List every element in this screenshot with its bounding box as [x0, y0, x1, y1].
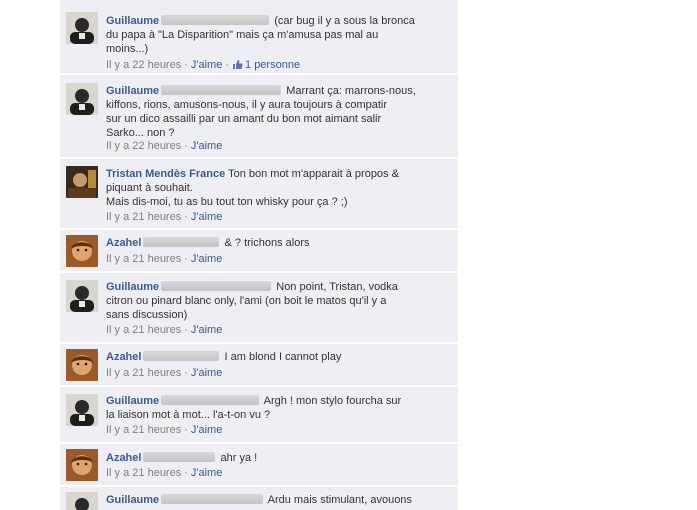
like-link[interactable]: J'aime [191, 59, 222, 71]
avatar[interactable] [66, 12, 98, 44]
likes-count-link[interactable]: 1 personne [245, 59, 300, 71]
avatar[interactable] [66, 449, 98, 481]
separator: · [184, 59, 188, 71]
comment-author[interactable]: Azahel [106, 452, 141, 464]
avatar[interactable] [66, 166, 98, 198]
avatar[interactable] [66, 235, 98, 267]
comment-time: Il y a 21 heures [106, 211, 182, 223]
comment: Guillaume Ardu mais stimulant, avouons [60, 487, 458, 510]
comment-time: Il y a 21 heures [106, 253, 182, 265]
comment-text: I am blond I cannot play [221, 351, 342, 363]
comment-body: Guillaume Ardu mais stimulant, avouons [106, 493, 446, 507]
avatar[interactable] [66, 83, 98, 115]
comment: Guillaume Non point, Tristan, vodka citr… [60, 273, 458, 343]
avatar[interactable] [66, 349, 98, 381]
comment-text: ahr ya ! [217, 452, 258, 464]
separator: · [225, 59, 230, 71]
comment-author[interactable]: Tristan Mendès France [106, 168, 225, 180]
comment-meta: Il y a 21 heures · J'aime [106, 423, 222, 437]
like-link[interactable]: J'aime [191, 211, 222, 223]
like-link[interactable]: J'aime [191, 424, 222, 436]
comment-time: Il y a 21 heures [106, 324, 182, 336]
comment-body: Azahel ahr ya ! [106, 451, 446, 465]
redacted-name [143, 351, 220, 361]
comment: Tristan Mendès France Ton bon mot m'appa… [60, 159, 458, 229]
comment-body: Guillaume Non point, Tristan, vodka citr… [106, 280, 446, 322]
comment-author[interactable]: Guillaume [106, 395, 159, 407]
redacted-name [143, 237, 220, 247]
redacted-name [161, 15, 270, 25]
comment-meta: Il y a 21 heures · J'aime [106, 323, 222, 337]
comment-time: Il y a 21 heures [106, 467, 182, 479]
separator: · [184, 253, 188, 265]
comment-author[interactable]: Guillaume [106, 494, 159, 506]
comment-meta: Il y a 21 heures · J'aime [106, 252, 222, 266]
like-link[interactable]: J'aime [191, 324, 222, 336]
like-link[interactable]: J'aime [191, 367, 222, 379]
avatar[interactable] [66, 394, 98, 426]
comment-meta: Il y a 22 heures · J'aime · 1 personne [106, 58, 300, 74]
avatar[interactable] [66, 492, 98, 510]
separator: · [184, 140, 188, 152]
like-link[interactable]: J'aime [191, 253, 222, 265]
comment: Azahel & ? trichons alors Il y a 21 heur… [60, 230, 458, 272]
separator: · [184, 324, 188, 336]
comment-body: Tristan Mendès France Ton bon mot m'appa… [106, 167, 446, 209]
comment-author[interactable]: Guillaume [106, 281, 159, 293]
redacted-name [161, 494, 264, 504]
comment-author[interactable]: Azahel [106, 237, 141, 249]
separator: · [184, 424, 188, 436]
comment-time: Il y a 21 heures [106, 367, 182, 379]
comment-body: Guillaume Argh ! mon stylo fourcha sur l… [106, 394, 446, 422]
comment: Guillaume Marrant ça: marrons-nous, kiff… [60, 75, 458, 158]
comment-meta: Il y a 22 heures · J'aime [106, 139, 222, 153]
thumbs-up-icon [232, 59, 243, 74]
redacted-name [143, 452, 216, 462]
comment-body: Guillaume (car bug il y a sous la bronca… [106, 14, 446, 56]
redacted-name [161, 281, 272, 291]
comment-author[interactable]: Guillaume [106, 15, 159, 27]
comment-body: Azahel I am blond I cannot play [106, 350, 446, 364]
comment-meta: Il y a 21 heures · J'aime [106, 210, 222, 224]
comment-text: & ? trichons alors [221, 237, 310, 249]
comment-body: Azahel & ? trichons alors [106, 236, 446, 250]
separator: · [184, 211, 188, 223]
redacted-name [161, 85, 282, 95]
comment-body: Guillaume Marrant ça: marrons-nous, kiff… [106, 84, 446, 140]
comment-meta: Il y a 21 heures · J'aime [106, 466, 222, 480]
separator: · [184, 367, 188, 379]
comment-time: Il y a 22 heures [106, 140, 182, 152]
comment: Azahel ahr ya ! Il y a 21 heures · J'aime [60, 444, 458, 486]
comment-text: Ardu mais stimulant, avouons [265, 494, 412, 506]
like-link[interactable]: J'aime [191, 467, 222, 479]
comment-thread: Guillaume (car bug il y a sous la bronca… [60, 0, 458, 510]
comment: Guillaume (car bug il y a sous la bronca… [60, 0, 458, 74]
like-link[interactable]: J'aime [191, 140, 222, 152]
comment-author[interactable]: Guillaume [106, 85, 159, 97]
redacted-name [161, 395, 260, 405]
comment-author[interactable]: Azahel [106, 351, 141, 363]
comment-time: Il y a 21 heures [106, 424, 182, 436]
separator: · [184, 467, 188, 479]
comment: Azahel I am blond I cannot play Il y a 2… [60, 344, 458, 386]
avatar[interactable] [66, 280, 98, 312]
comment: Guillaume Argh ! mon stylo fourcha sur l… [60, 387, 458, 443]
comment-time: Il y a 22 heures [106, 59, 182, 71]
comment-meta: Il y a 21 heures · J'aime [106, 366, 222, 380]
